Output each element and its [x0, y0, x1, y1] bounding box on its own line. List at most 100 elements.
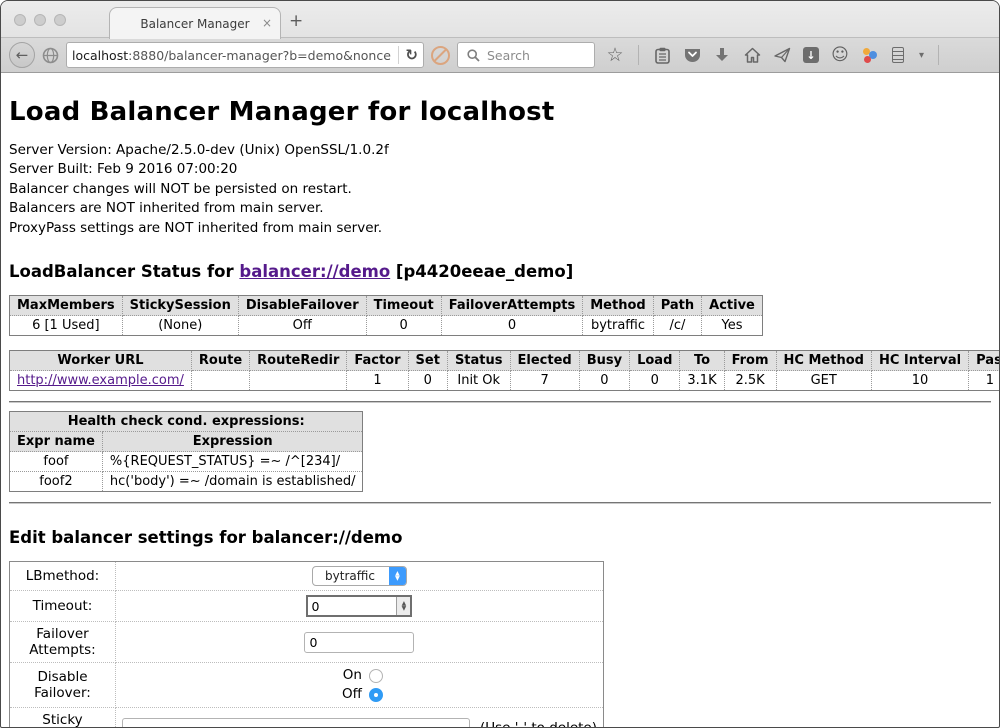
select-stepper-icon: ▲▼ — [389, 566, 406, 586]
loadbalancer-status-heading: LoadBalancer Status for balancer://demo … — [9, 262, 991, 281]
reload-button[interactable]: ↻ — [405, 46, 418, 64]
disable-failover-label: Disable Failover: — [10, 663, 116, 708]
zoom-window-button[interactable] — [54, 14, 66, 26]
col-elected: Elected — [510, 351, 579, 371]
val-hc-interval: 10 — [871, 371, 968, 391]
val-failoverattempts: 0 — [441, 316, 583, 336]
url-path: :8880/balancer-manager?b=demo&nonce=decc… — [128, 48, 392, 63]
toolbar-separator-2 — [938, 45, 939, 65]
section-divider — [9, 401, 991, 403]
inherit-note: Balancers are NOT inherited from main se… — [9, 199, 991, 218]
failover-attempts-input[interactable] — [304, 632, 414, 653]
notebook-icon[interactable] — [889, 46, 907, 64]
new-tab-button[interactable]: + — [289, 11, 303, 31]
tab-balancer-manager[interactable]: Balancer Manager × — [109, 7, 281, 39]
timeout-row: Timeout: ▲▼ — [10, 591, 604, 622]
search-input[interactable] — [487, 48, 577, 63]
disable-failover-row: Disable Failover: On Off — [10, 663, 604, 708]
col-expr-name: Expr name — [10, 432, 103, 452]
val-maxmembers: 6 [1 Used] — [10, 316, 123, 336]
bookmarks-clipboard-icon[interactable] — [653, 46, 671, 64]
minimize-window-button[interactable] — [34, 14, 46, 26]
status-heading-suffix: [p4420eeae_demo] — [390, 262, 573, 281]
val-from: 2.5K — [724, 371, 776, 391]
col-status: Status — [447, 351, 510, 371]
val-worker-url: http://www.example.com/ — [10, 371, 192, 391]
col-failoverattempts: FailoverAttempts — [441, 296, 583, 316]
lbmethod-select[interactable]: bytraffic ▲▼ — [312, 566, 407, 586]
val-busy: 0 — [579, 371, 629, 391]
failover-on-radio[interactable] — [369, 669, 383, 683]
failover-off-radio[interactable] — [369, 688, 383, 702]
val-status: Init Ok — [447, 371, 510, 391]
val-expression-2: hc('body') =~ /domain is established/ — [102, 472, 363, 492]
balancer-status-table: MaxMembers StickySession DisableFailover… — [9, 295, 763, 336]
val-active: Yes — [702, 316, 763, 336]
tab-bar: Balancer Manager × + — [1, 1, 999, 38]
failover-attempts-cell — [115, 622, 603, 663]
toolbar-icons: ☆ ↓ ☺ ▾ — [606, 45, 1000, 65]
val-disablefailover: Off — [238, 316, 366, 336]
menu-hamburger-icon[interactable] — [953, 49, 971, 62]
col-path: Path — [653, 296, 701, 316]
pocket-icon[interactable] — [683, 46, 701, 64]
sticky-session-input[interactable] — [122, 718, 470, 728]
url-separator — [398, 46, 399, 64]
download-box-icon[interactable]: ↓ — [803, 47, 819, 63]
val-method: bytraffic — [583, 316, 653, 336]
disable-failover-cell: On Off — [115, 663, 603, 708]
col-stickysession: StickySession — [122, 296, 238, 316]
val-hc-method: GET — [776, 371, 871, 391]
downloads-icon[interactable] — [713, 46, 731, 64]
send-plane-icon[interactable] — [773, 46, 791, 64]
val-factor: 1 — [347, 371, 408, 391]
colored-dots-icon[interactable] — [861, 47, 877, 63]
url-bar[interactable]: localhost:8880/balancer-manager?b=demo&n… — [66, 42, 424, 68]
server-info: Server Version: Apache/2.5.0-dev (Unix) … — [9, 141, 991, 238]
col-worker-url: Worker URL — [10, 351, 192, 371]
worker-table: Worker URL Route RouteRedir Factor Set S… — [9, 350, 1000, 391]
val-passes: 1 (0) — [969, 371, 1000, 391]
val-load: 0 — [630, 371, 680, 391]
browser-window: Balancer Manager × + ← localhost:8880/ba… — [0, 0, 1000, 728]
col-expression: Expression — [102, 432, 363, 452]
balancer-demo-link[interactable]: balancer://demo — [239, 262, 390, 281]
back-button[interactable]: ← — [9, 42, 35, 68]
failover-attempts-row: Failover Attempts: — [10, 622, 604, 663]
col-busy: Busy — [579, 351, 629, 371]
number-spinner-icon[interactable]: ▲▼ — [396, 597, 410, 615]
url-host: localhost — [72, 48, 128, 63]
worker-url-link[interactable]: http://www.example.com/ — [17, 373, 184, 388]
worker-data-row: http://www.example.com/ 1 0 Init Ok 7 0 … — [10, 371, 1000, 391]
tab-close-icon[interactable]: × — [262, 16, 272, 30]
url-text: localhost:8880/balancer-manager?b=demo&n… — [72, 48, 392, 63]
val-stickysession: (None) — [122, 316, 238, 336]
edit-settings-heading: Edit balancer settings for balancer://de… — [9, 528, 991, 547]
search-bar[interactable] — [457, 42, 595, 68]
tab-title: Balancer Manager — [140, 17, 249, 31]
balancer-header-row: MaxMembers StickySession DisableFailover… — [10, 296, 763, 316]
val-expr-name-2: foof2 — [10, 472, 103, 492]
feedback-smiley-icon[interactable]: ☺ — [831, 46, 849, 64]
col-routeredir: RouteRedir — [250, 351, 347, 371]
sticky-session-cell: (Use '-' to delete) — [115, 708, 603, 728]
content-blocker-icon[interactable] — [431, 46, 450, 65]
sticky-session-hint: (Use '-' to delete) — [480, 720, 597, 728]
hc-title-row: Health check cond. expressions: — [10, 412, 363, 432]
tab-groups-icon[interactable] — [983, 48, 1000, 63]
caret-down-icon[interactable]: ▾ — [919, 50, 924, 61]
failover-on-option: On — [122, 667, 597, 684]
hc-header-row: Expr name Expression — [10, 432, 363, 452]
off-label: Off — [336, 686, 362, 703]
bookmark-star-icon[interactable]: ☆ — [606, 46, 624, 64]
col-hc-method: HC Method — [776, 351, 871, 371]
close-window-button[interactable] — [14, 14, 26, 26]
col-to: To — [680, 351, 724, 371]
toolbar-separator — [638, 45, 639, 65]
server-built: Server Built: Feb 9 2016 07:00:20 — [9, 160, 991, 179]
timeout-input[interactable] — [308, 597, 396, 615]
col-active: Active — [702, 296, 763, 316]
val-timeout: 0 — [366, 316, 441, 336]
window-controls — [14, 14, 66, 26]
home-icon[interactable] — [743, 46, 761, 64]
